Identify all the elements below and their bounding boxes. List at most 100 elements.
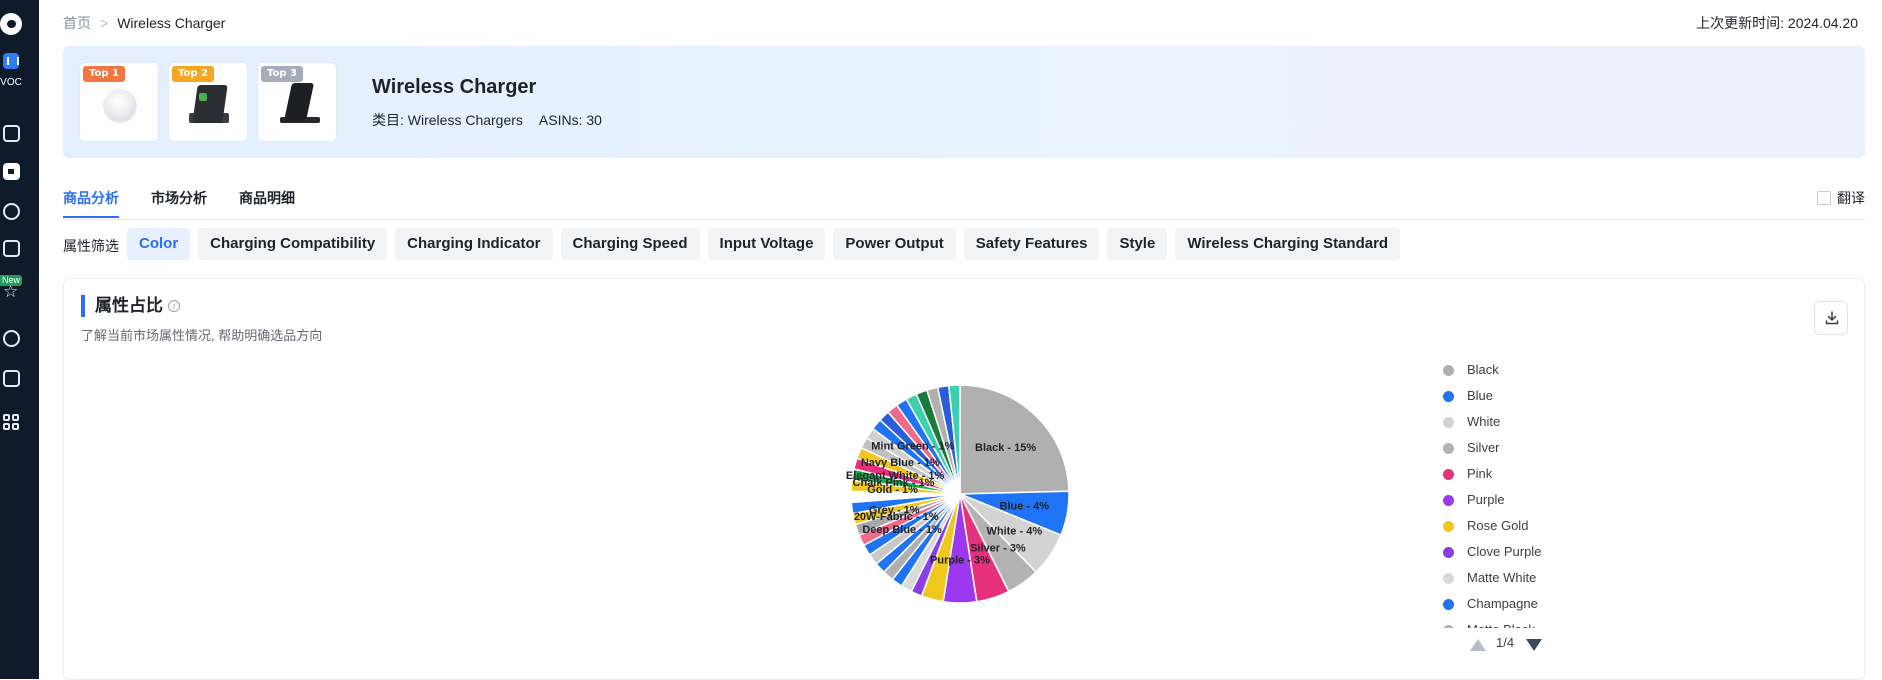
top-product-2[interactable]: Top 2	[168, 62, 248, 142]
chip-style[interactable]: Style	[1107, 228, 1168, 260]
breadcrumb-current: Wireless Charger	[117, 15, 226, 31]
product-banner: Top 1 Top 2 Top 3 Wireless Charger 类目: W…	[63, 46, 1865, 158]
chat-icon[interactable]	[3, 125, 20, 142]
video-icon[interactable]	[3, 370, 20, 387]
legend-swatch	[1443, 495, 1454, 506]
legend-item[interactable]: Blue	[1443, 386, 1643, 412]
legend-item[interactable]: Champagne	[1443, 594, 1643, 620]
chip-charging-speed[interactable]: Charging Speed	[560, 228, 700, 260]
top-product-1[interactable]: Top 1	[79, 62, 159, 142]
translate-checkbox[interactable]	[1817, 191, 1831, 205]
legend-label: Silver	[1467, 440, 1500, 455]
pie-data-label: Navy Blue - 1%	[861, 457, 940, 469]
star-icon[interactable]: ☆	[3, 283, 18, 300]
legend-label: Matte Black	[1467, 620, 1535, 628]
charging-stand-image	[192, 85, 228, 123]
category: 类目: Wireless Chargers	[372, 112, 523, 128]
section-title-text: 属性占比	[95, 296, 163, 315]
chip-color[interactable]: Color	[127, 228, 191, 260]
legend-swatch	[1443, 521, 1454, 532]
pie-data-label: Silver - 3%	[970, 542, 1026, 554]
legend-label: Pink	[1467, 466, 1493, 481]
voc-label[interactable]: VOC	[0, 77, 22, 88]
message-icon[interactable]	[3, 330, 20, 347]
pie-data-label: Purple - 3%	[930, 554, 990, 566]
legend-item[interactable]: Clove Purple	[1443, 542, 1643, 568]
legend-item[interactable]: White	[1443, 412, 1643, 438]
pie-data-label: Mint Green - 1%	[871, 441, 954, 453]
legend-label: White	[1467, 414, 1501, 429]
legend-item[interactable]: Rose Gold	[1443, 516, 1643, 542]
legend-item[interactable]: Silver	[1443, 438, 1643, 464]
pie-data-label: Elegant White - 1%	[846, 470, 945, 482]
section-title: 属性占比 i	[81, 295, 180, 317]
legend-label: Matte White	[1467, 570, 1537, 585]
product-analysis-icon[interactable]	[3, 163, 20, 180]
legend-label: Rose Gold	[1467, 518, 1529, 533]
tab-market-analysis[interactable]: 市场分析	[151, 188, 207, 208]
pie-data-label: Black - 15%	[975, 442, 1036, 454]
phone-screen-image	[199, 93, 207, 101]
legend-label: Champagne	[1467, 596, 1538, 611]
apps-grid-icon[interactable]	[3, 414, 19, 430]
top-product-3[interactable]: Top 3	[257, 62, 337, 142]
color-share-pie-chart: Black - 15% Blue - 4% White - 4% Silver - 3…	[846, 384, 1070, 604]
chip-input-voltage[interactable]: Input Voltage	[707, 228, 826, 260]
legend-item[interactable]: Matte White	[1443, 568, 1643, 594]
chip-power-output[interactable]: Power Output	[833, 228, 956, 260]
pie-data-label: Blue - 4%	[1000, 501, 1050, 513]
translate-label: 翻译	[1837, 190, 1865, 206]
legend-item[interactable]: Black	[1443, 360, 1643, 386]
pie-slice-black[interactable]	[959, 384, 1070, 495]
legend-prev-page-icon[interactable]	[1470, 639, 1486, 651]
section-subtitle: 了解当前市场属性情况, 帮助明确选品方向	[81, 328, 323, 343]
translate-toggle[interactable]: 翻译	[1817, 188, 1865, 208]
chevron-right-icon: >	[100, 15, 109, 31]
legend-swatch	[1443, 573, 1454, 584]
tab-product-analysis[interactable]: 商品分析	[63, 188, 119, 218]
sidebar: VOC New ☆	[0, 0, 39, 679]
asin-count: ASINs: 30	[538, 112, 602, 128]
breadcrumb: 首页 > Wireless Charger	[63, 13, 225, 33]
review-search-icon[interactable]	[3, 240, 20, 257]
breadcrumb-home[interactable]: 首页	[63, 15, 91, 31]
logo-icon[interactable]	[0, 13, 22, 35]
legend-item[interactable]: Matte Black	[1443, 620, 1643, 628]
legend-next-page-icon[interactable]	[1526, 639, 1542, 651]
chip-charging-indicator[interactable]: Charging Indicator	[395, 228, 553, 260]
legend-swatch	[1443, 417, 1454, 428]
info-icon[interactable]: i	[168, 300, 180, 312]
legend-swatch	[1443, 547, 1454, 558]
legend-label: Purple	[1467, 492, 1505, 507]
legend-swatch	[1443, 599, 1454, 610]
filter-label: 属性筛选	[63, 238, 119, 254]
voc-icon[interactable]	[3, 53, 19, 69]
download-button[interactable]	[1814, 301, 1848, 335]
chip-safety-features[interactable]: Safety Features	[963, 228, 1100, 260]
legend-label: Clove Purple	[1467, 544, 1542, 559]
download-icon	[1825, 311, 1839, 325]
tab-product-details[interactable]: 商品明细	[239, 188, 295, 208]
pie-data-label: White - 4%	[986, 526, 1042, 538]
product-meta: 类目: Wireless Chargers ASINs: 30	[372, 110, 618, 130]
legend-swatch	[1443, 443, 1454, 454]
legend-swatch	[1443, 469, 1454, 480]
legend-label: Black	[1467, 362, 1499, 377]
analysis-tabs: 商品分析 市场分析 商品明细 翻译	[63, 182, 1865, 220]
legend-swatch	[1443, 625, 1454, 628]
chip-wireless-charging-standard[interactable]: Wireless Charging Standard	[1175, 228, 1401, 260]
legend-item[interactable]: Purple	[1443, 490, 1643, 516]
legend-page-indicator: 1/4	[1496, 635, 1515, 650]
pie-data-label: Deep Blue - 1%	[862, 524, 942, 536]
pie-data-label: Grey - 1%	[869, 505, 920, 517]
attribute-filter-chips: Color Charging Compatibility Charging In…	[127, 228, 1401, 260]
top-badge: Top 1	[83, 66, 125, 82]
chip-charging-compatibility[interactable]: Charging Compatibility	[198, 228, 388, 260]
legend-label: Blue	[1467, 388, 1494, 403]
legend-swatch	[1443, 365, 1454, 376]
charging-stand-image	[283, 83, 315, 121]
search-icon[interactable]	[3, 203, 20, 220]
magsafe-pad-image	[104, 89, 136, 121]
product-title: Wireless Charger	[372, 76, 537, 98]
legend-item[interactable]: Pink	[1443, 464, 1643, 490]
